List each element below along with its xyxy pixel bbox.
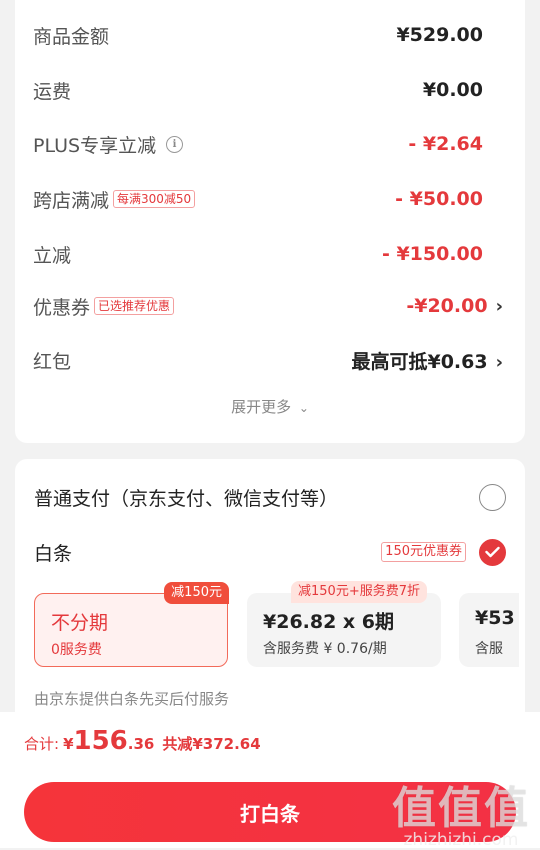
total-label: 合计:	[24, 735, 60, 753]
payment-option-normal[interactable]: 普通支付（京东支付、微信支付等）	[34, 479, 506, 515]
expand-more[interactable]: 展开更多 ⌄	[15, 396, 525, 417]
row-value-wrap: -¥20.00 ›	[406, 295, 503, 317]
row-label: 立减	[33, 244, 72, 267]
row-label: 运费	[33, 80, 72, 103]
total-saved: 共减¥372.64	[162, 735, 261, 753]
installment-plan-12[interactable]: ¥53 含服	[459, 593, 519, 667]
radio-unchecked[interactable]	[479, 483, 506, 511]
row-shipping: 运费 ¥0.00	[33, 75, 507, 105]
plan-main: ¥53	[475, 607, 515, 629]
plan-badge: 减150元	[164, 582, 229, 604]
row-instant-discount: 立减 - ¥150.00	[33, 239, 507, 269]
plan-sub: 含服	[475, 641, 503, 657]
row-value: - ¥150.00	[381, 243, 483, 265]
promo-tag: 每满300减50	[113, 190, 196, 208]
row-value: ¥529.00	[396, 24, 483, 46]
total-integer: 156	[73, 726, 128, 756]
installment-plan-none[interactable]: 减150元 不分期 0服务费	[34, 582, 229, 667]
chevron-down-icon: ⌄	[298, 401, 309, 415]
row-plus-discount: PLUS专享立减 i - ¥2.64	[33, 129, 507, 159]
plan-badge: 减150元+服务费7折	[291, 581, 427, 603]
row-label: 跨店满减	[33, 189, 110, 212]
row-cross-store-discount: 跨店满减 每满300减50 - ¥50.00	[33, 184, 507, 214]
currency-symbol: ¥	[63, 735, 74, 753]
plan-main: 不分期	[51, 612, 109, 634]
row-value-wrap: 最高可抵¥0.63 ›	[351, 347, 503, 374]
plan-main: ¥26.82 x 6期	[263, 611, 395, 633]
checkout-bar: 合计: ¥ 156 .36 共减¥372.64 打白条 值值值 zhizhizh…	[0, 712, 540, 850]
installment-plan-6[interactable]: 减150元+服务费7折 ¥26.82 x 6期 含服务费 ¥ 0.76/期	[247, 581, 441, 667]
info-icon[interactable]: i	[166, 135, 184, 153]
row-goods-amount: 商品金额 ¥529.00	[33, 20, 507, 50]
price-breakdown-card: 商品金额 ¥529.00 运费 ¥0.00 PLUS专享立减 i - ¥2.64…	[15, 0, 525, 443]
pay-button-label: 打白条	[240, 801, 300, 826]
expand-more-label: 展开更多	[231, 398, 292, 416]
radio-checked[interactable]	[479, 538, 506, 566]
promo-tag: 已选推荐优惠	[94, 297, 175, 315]
row-label: 优惠券	[33, 296, 91, 319]
chevron-right-icon: ›	[495, 351, 503, 373]
checkmark-icon	[485, 546, 500, 558]
row-label: 商品金额	[33, 25, 110, 48]
row-red-packet[interactable]: 红包 最高可抵¥0.63 ›	[33, 345, 507, 375]
row-coupon[interactable]: 优惠券 已选推荐优惠 -¥20.00 ›	[33, 291, 507, 321]
row-value: -¥20.00	[406, 295, 488, 317]
total-decimal: .36	[127, 735, 155, 753]
row-label: PLUS专享立减	[33, 134, 157, 157]
plan-sub: 含服务费 ¥ 0.76/期	[263, 641, 387, 657]
row-value: 最高可抵¥0.63	[351, 350, 488, 373]
coupon-tag: 150元优惠券	[381, 542, 466, 562]
payment-option-label: 白条	[34, 542, 73, 565]
total-summary: 合计: ¥ 156 .36 共减¥372.64	[24, 726, 261, 756]
chevron-right-icon: ›	[495, 296, 503, 317]
plan-sub: 0服务费	[51, 642, 102, 658]
row-label: 红包	[33, 350, 72, 373]
row-value: - ¥2.64	[408, 133, 483, 155]
row-value: - ¥50.00	[395, 188, 483, 210]
row-value: ¥0.00	[422, 79, 483, 101]
payment-option-label: 普通支付（京东支付、微信支付等）	[34, 487, 339, 510]
pay-baitiao-button[interactable]: 打白条	[24, 782, 516, 842]
payment-option-baitiao[interactable]: 白条 150元优惠券	[34, 534, 506, 570]
provider-note: 由京东提供白条先买后付服务	[34, 690, 230, 708]
